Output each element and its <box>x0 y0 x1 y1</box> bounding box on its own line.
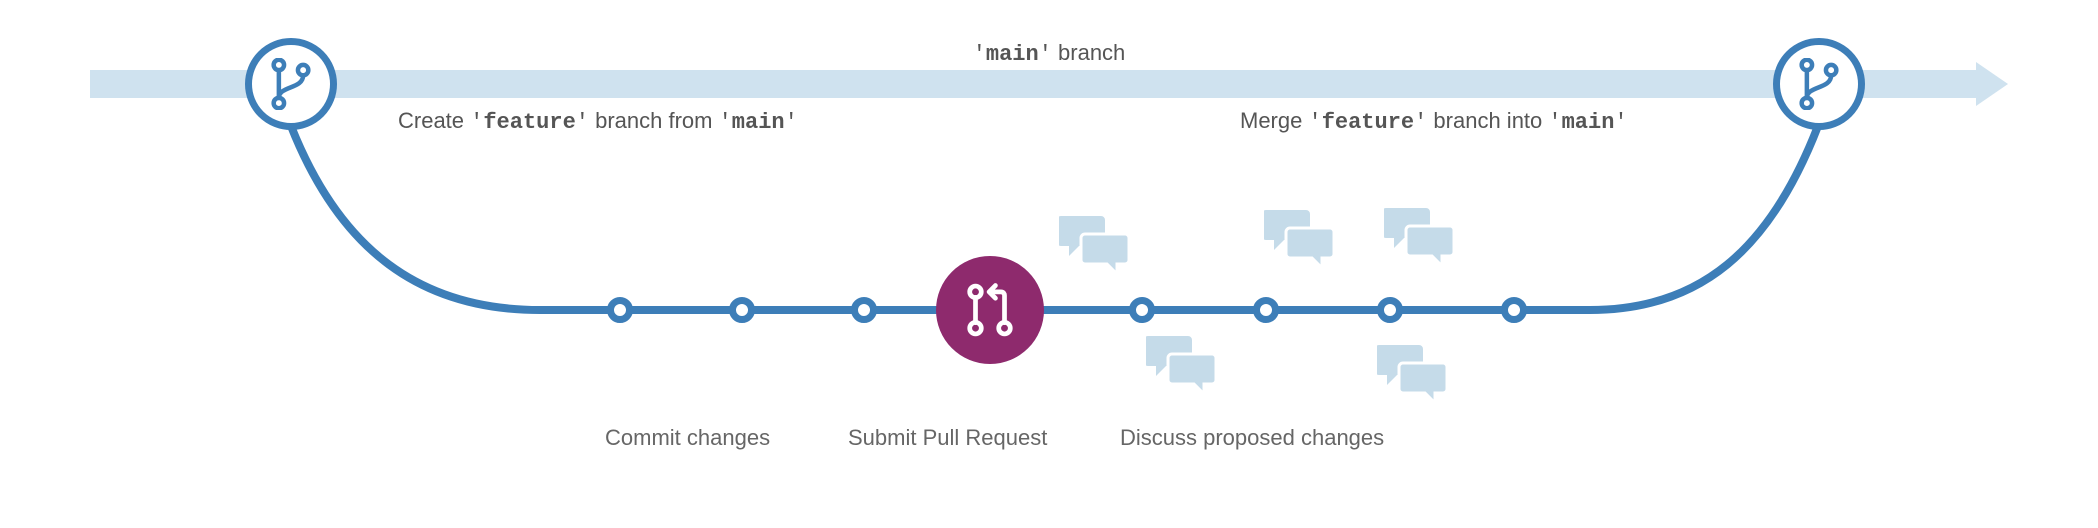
git-branch-icon <box>270 58 312 110</box>
discussion-bubble <box>1264 208 1336 272</box>
main-name: main <box>986 42 1039 67</box>
commit-dot <box>607 297 633 323</box>
pull-request-icon <box>964 281 1016 339</box>
commit-dot <box>1253 297 1279 323</box>
discuss-label: Discuss proposed changes <box>1120 425 1384 451</box>
discussion-bubble <box>1377 343 1449 407</box>
pull-request-node <box>936 256 1044 364</box>
comment-bubble-icon <box>1059 214 1131 278</box>
discussion-bubble <box>1059 214 1131 278</box>
branch-word: branch <box>1052 40 1125 65</box>
commit-dot <box>851 297 877 323</box>
discussion-bubble <box>1384 206 1456 270</box>
commit-dot <box>1129 297 1155 323</box>
commit-changes-label: Commit changes <box>605 425 770 451</box>
merge-branch-label: Merge 'feature' branch into 'main' <box>1240 108 1628 135</box>
commit-dot <box>1501 297 1527 323</box>
git-branch-icon <box>1798 58 1840 110</box>
branch-end-node <box>1773 38 1865 130</box>
quote: ' <box>973 42 986 67</box>
commit-dot <box>729 297 755 323</box>
comment-bubble-icon <box>1264 208 1336 272</box>
comment-bubble-icon <box>1146 334 1218 398</box>
main-branch-arrow <box>90 70 2008 98</box>
comment-bubble-icon <box>1377 343 1449 407</box>
main-branch-label: 'main' branch <box>973 40 1126 67</box>
discussion-bubble <box>1146 334 1218 398</box>
quote: ' <box>1039 42 1052 67</box>
submit-pr-label: Submit Pull Request <box>848 425 1047 451</box>
comment-bubble-icon <box>1384 206 1456 270</box>
create-branch-label: Create 'feature' branch from 'main' <box>398 108 798 135</box>
commit-dot <box>1377 297 1403 323</box>
branch-start-node <box>245 38 337 130</box>
